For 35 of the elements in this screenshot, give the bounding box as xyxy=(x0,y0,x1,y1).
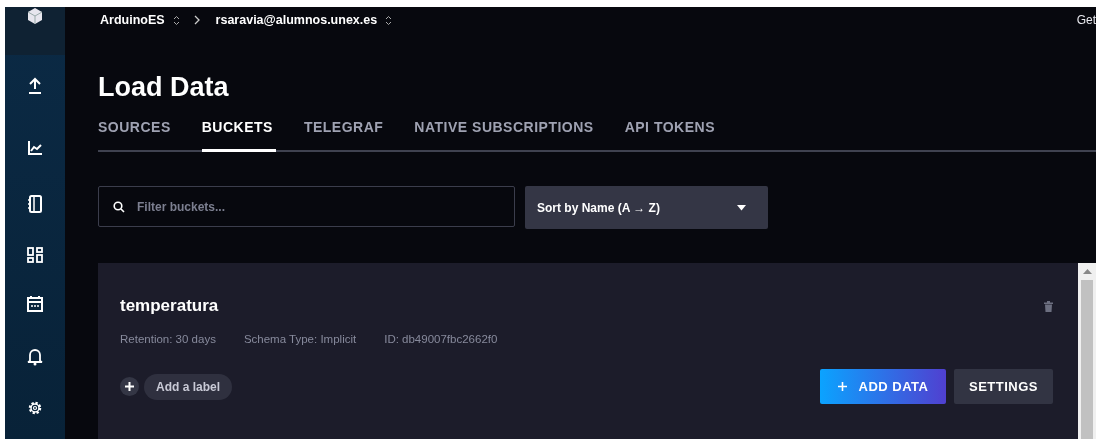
user-switcher[interactable]: rsaravia@alumnos.unex.es xyxy=(215,13,378,27)
add-label-button[interactable]: Add a label xyxy=(144,373,232,400)
updown-caret-icon xyxy=(172,14,180,26)
organization-switcher[interactable]: ArduinoES xyxy=(100,13,165,27)
tab[interactable]: API TOKENS xyxy=(624,113,718,152)
scrollbar[interactable] xyxy=(1078,263,1096,439)
header-link[interactable]: Get xyxy=(1076,13,1096,27)
tab[interactable]: BUCKETS xyxy=(201,113,276,152)
bucket-id-text: ID: db49007fbc2662f0 xyxy=(384,333,498,345)
scroll-up-icon[interactable] xyxy=(1082,269,1092,274)
line-chart-icon[interactable] xyxy=(27,140,43,156)
chevron-right-icon xyxy=(193,15,200,25)
tab[interactable]: SOURCES xyxy=(98,113,174,152)
page-title: Load Data xyxy=(98,71,230,103)
calendar-icon[interactable] xyxy=(27,295,43,312)
search-field[interactable]: Filter buckets... xyxy=(98,186,515,227)
retention-text: Retention: 30 days xyxy=(120,333,216,345)
plus-icon xyxy=(837,382,847,391)
settings-button[interactable]: SETTINGS xyxy=(954,369,1053,404)
bell-icon[interactable] xyxy=(27,348,43,366)
settings-icon[interactable] xyxy=(27,400,43,416)
updown-caret-icon xyxy=(385,14,393,26)
bucket-name[interactable]: temperatura xyxy=(120,296,219,316)
tab[interactable]: TELEGRAF xyxy=(303,113,387,152)
tab[interactable]: NATIVE SUBSCRIPTIONS xyxy=(414,113,597,152)
upload-icon[interactable] xyxy=(27,77,43,95)
add-circle-icon[interactable] xyxy=(120,377,139,396)
dashboard-icon[interactable] xyxy=(27,247,43,263)
schema-text: Schema Type: Implicit xyxy=(243,333,357,345)
caret-down-icon xyxy=(737,204,746,211)
sort-dropdown[interactable]: Sort by Name (A → Z) xyxy=(525,186,768,229)
cube-logo-icon[interactable] xyxy=(26,7,44,25)
trash-icon[interactable] xyxy=(1044,300,1053,312)
notebook-icon[interactable] xyxy=(28,195,42,213)
add-data-button[interactable]: ADD DATA xyxy=(820,369,946,404)
